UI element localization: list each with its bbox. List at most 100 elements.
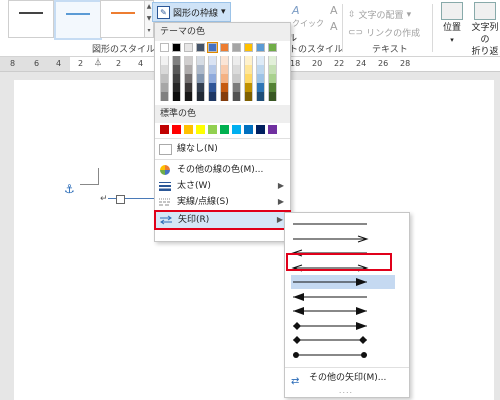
theme-shade-swatch[interactable] bbox=[184, 74, 193, 83]
standard-color-swatch[interactable] bbox=[160, 125, 169, 134]
theme-shade-swatch[interactable] bbox=[244, 56, 253, 65]
standard-color-swatch[interactable] bbox=[220, 125, 229, 134]
arrow-style-both-diamond[interactable] bbox=[291, 333, 395, 347]
theme-shade-swatch[interactable] bbox=[172, 56, 181, 65]
theme-shade-swatch[interactable] bbox=[256, 83, 265, 92]
shape-style-3[interactable] bbox=[100, 0, 146, 38]
theme-shade-swatch[interactable] bbox=[184, 83, 193, 92]
dash-item[interactable]: 実線/点線(S) ▶ bbox=[155, 194, 290, 210]
theme-shade-swatch[interactable] bbox=[268, 65, 277, 74]
theme-shade-swatch[interactable] bbox=[184, 65, 193, 74]
standard-color-swatch[interactable] bbox=[172, 125, 181, 134]
anchor-icon[interactable]: ⚓ bbox=[64, 182, 75, 196]
standard-color-swatch[interactable] bbox=[184, 125, 193, 134]
theme-shade-swatch[interactable] bbox=[268, 56, 277, 65]
theme-color-swatch[interactable] bbox=[207, 42, 218, 53]
theme-shade-swatch[interactable] bbox=[208, 56, 217, 65]
theme-shade-swatch[interactable] bbox=[172, 65, 181, 74]
theme-shade-swatch[interactable] bbox=[184, 92, 193, 101]
create-link-button[interactable]: ⊂⊃ リンクの作成 bbox=[348, 26, 420, 40]
theme-shade-swatch[interactable] bbox=[172, 74, 181, 83]
theme-color-swatch[interactable] bbox=[172, 43, 181, 52]
theme-shade-column bbox=[220, 56, 229, 101]
position-button[interactable]: 位置 ▾ bbox=[438, 2, 466, 46]
resize-grip[interactable]: .... bbox=[285, 386, 407, 395]
indent-marker[interactable]: ⏃ bbox=[94, 57, 102, 68]
theme-color-swatch[interactable] bbox=[160, 43, 169, 52]
standard-color-swatch[interactable] bbox=[196, 125, 205, 134]
standard-color-swatch[interactable] bbox=[256, 125, 265, 134]
theme-shade-swatch[interactable] bbox=[160, 92, 169, 101]
text-align-button[interactable]: ⇳ 文字の配置 ▾ bbox=[348, 8, 411, 22]
theme-shade-swatch[interactable] bbox=[244, 83, 253, 92]
theme-shade-swatch[interactable] bbox=[220, 56, 229, 65]
text-fill-icon[interactable]: A bbox=[330, 4, 338, 17]
theme-shade-swatch[interactable] bbox=[160, 56, 169, 65]
theme-color-swatch[interactable] bbox=[184, 43, 193, 52]
theme-shade-swatch[interactable] bbox=[256, 92, 265, 101]
standard-color-swatch[interactable] bbox=[232, 125, 241, 134]
theme-shade-swatch[interactable] bbox=[256, 56, 265, 65]
arrow-style-end-open[interactable] bbox=[291, 232, 395, 246]
theme-shade-swatch[interactable] bbox=[196, 74, 205, 83]
shape-resize-handle[interactable] bbox=[116, 195, 125, 204]
theme-shade-swatch[interactable] bbox=[244, 65, 253, 74]
theme-shade-swatch[interactable] bbox=[256, 74, 265, 83]
theme-shade-swatch[interactable] bbox=[220, 92, 229, 101]
quick-style-icon[interactable]: A bbox=[292, 4, 300, 17]
arrow-style-none[interactable] bbox=[291, 217, 395, 231]
arrow-style-start-fill[interactable] bbox=[291, 290, 395, 304]
standard-color-swatch[interactable] bbox=[268, 125, 277, 134]
arrow-style-both-dot[interactable] bbox=[291, 348, 395, 362]
theme-shade-swatch[interactable] bbox=[268, 92, 277, 101]
theme-color-swatch[interactable] bbox=[268, 43, 277, 52]
theme-color-swatch[interactable] bbox=[256, 43, 265, 52]
theme-shade-swatch[interactable] bbox=[196, 65, 205, 74]
theme-shade-swatch[interactable] bbox=[196, 83, 205, 92]
theme-color-swatch[interactable] bbox=[196, 43, 205, 52]
theme-shade-swatch[interactable] bbox=[232, 56, 241, 65]
more-arrows-item[interactable]: ⇄ その他の矢印(M)... bbox=[285, 369, 407, 387]
theme-shade-swatch[interactable] bbox=[220, 83, 229, 92]
theme-shade-swatch[interactable] bbox=[232, 83, 241, 92]
theme-shade-swatch[interactable] bbox=[208, 83, 217, 92]
weight-item[interactable]: 太さ(W) ▶ bbox=[155, 178, 290, 194]
arrows-item[interactable]: 矢印(R) ▶ bbox=[154, 210, 291, 230]
more-line-colors-item[interactable]: その他の線の色(M)... bbox=[155, 162, 290, 178]
standard-color-swatch[interactable] bbox=[244, 125, 253, 134]
arrow-style-start-diamond[interactable] bbox=[291, 319, 395, 333]
theme-shade-swatch[interactable] bbox=[268, 83, 277, 92]
shape-outline-button[interactable]: ✎ 図形の枠線 ▾ bbox=[152, 2, 231, 22]
theme-shade-swatch[interactable] bbox=[208, 74, 217, 83]
text-effect-icon[interactable]: A bbox=[330, 20, 338, 33]
theme-shade-swatch[interactable] bbox=[232, 92, 241, 101]
theme-color-swatch[interactable] bbox=[220, 43, 229, 52]
theme-shade-swatch[interactable] bbox=[232, 74, 241, 83]
arrow-style-end-fill[interactable] bbox=[291, 275, 395, 289]
theme-shade-swatch[interactable] bbox=[196, 56, 205, 65]
theme-shade-swatch[interactable] bbox=[172, 92, 181, 101]
theme-shade-swatch[interactable] bbox=[244, 92, 253, 101]
standard-color-swatch[interactable] bbox=[208, 125, 217, 134]
shape-style-1[interactable] bbox=[8, 0, 54, 38]
theme-shade-swatch[interactable] bbox=[220, 65, 229, 74]
theme-color-swatch[interactable] bbox=[232, 43, 241, 52]
theme-shade-swatch[interactable] bbox=[220, 74, 229, 83]
theme-shade-swatch[interactable] bbox=[268, 74, 277, 83]
theme-shade-swatch[interactable] bbox=[172, 83, 181, 92]
theme-shade-swatch[interactable] bbox=[232, 65, 241, 74]
theme-shade-swatch[interactable] bbox=[160, 83, 169, 92]
theme-shade-swatch[interactable] bbox=[256, 65, 265, 74]
shape-style-2[interactable] bbox=[54, 0, 102, 40]
theme-shade-swatch[interactable] bbox=[244, 74, 253, 83]
theme-shade-swatch[interactable] bbox=[160, 74, 169, 83]
theme-shade-swatch[interactable] bbox=[208, 92, 217, 101]
theme-shade-swatch[interactable] bbox=[196, 92, 205, 101]
theme-color-swatch[interactable] bbox=[244, 43, 253, 52]
no-line-item[interactable]: 線なし(N) bbox=[155, 141, 290, 157]
theme-shade-swatch[interactable] bbox=[160, 65, 169, 74]
theme-shade-swatch[interactable] bbox=[184, 56, 193, 65]
arrows-label: 矢印(R) bbox=[178, 215, 210, 225]
theme-shade-swatch[interactable] bbox=[208, 65, 217, 74]
arrow-style-both-fill[interactable] bbox=[291, 304, 395, 318]
